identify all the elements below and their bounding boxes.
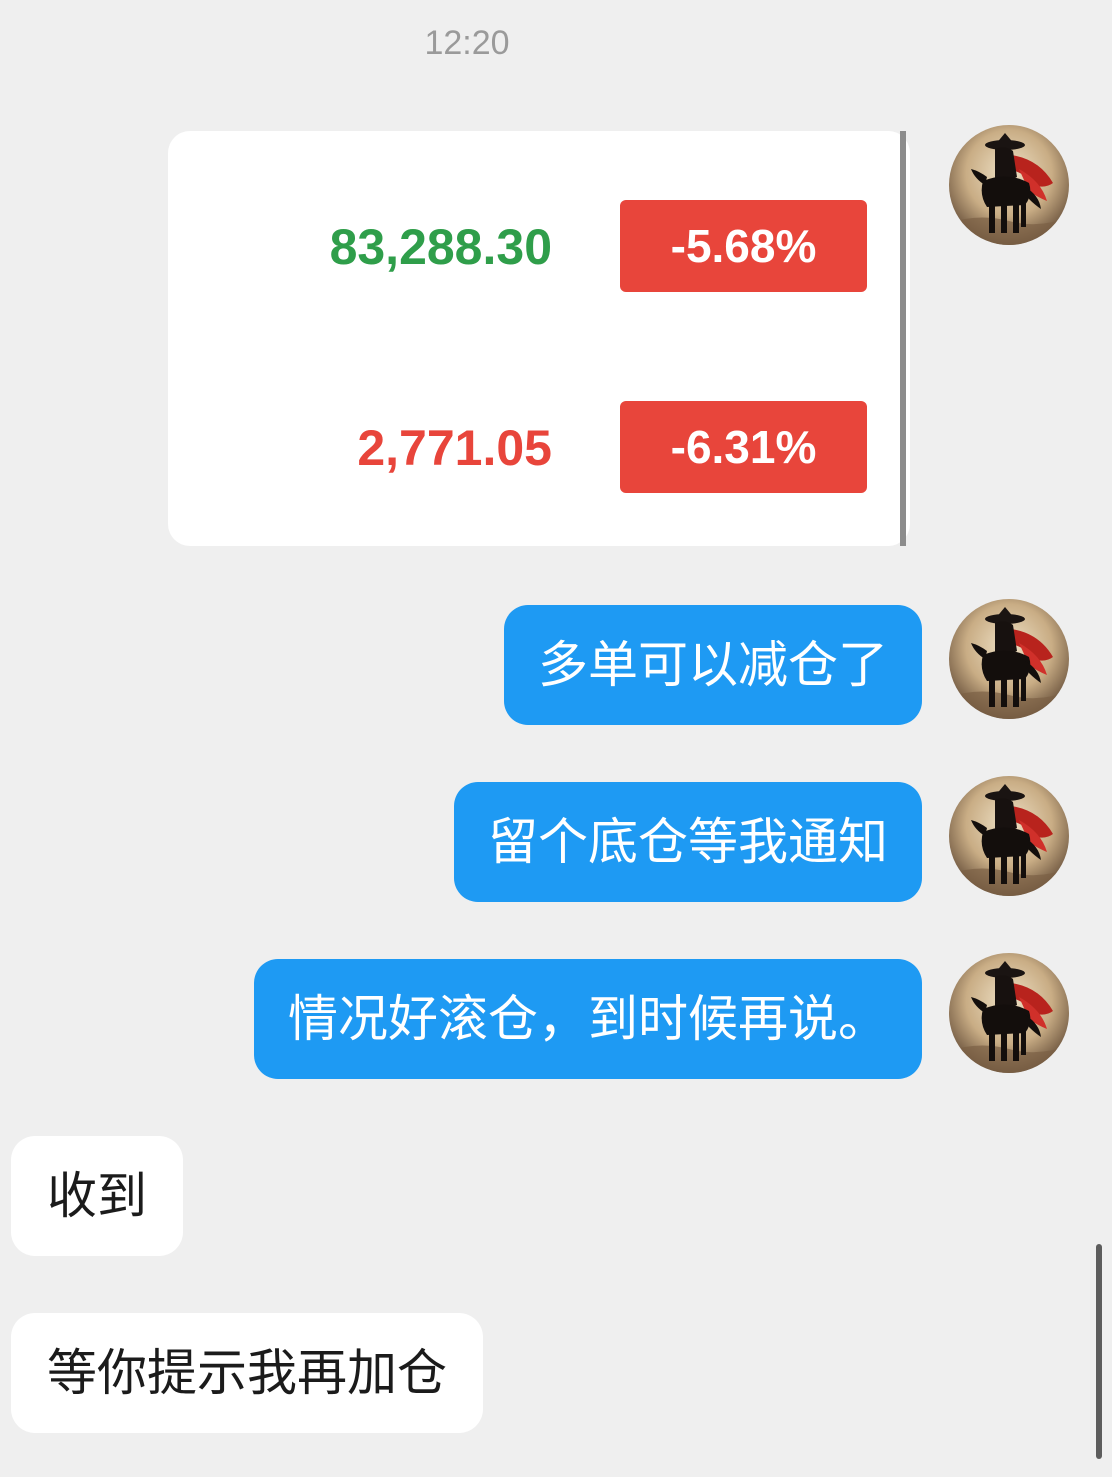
price-quote-card[interactable]: 83,288.30 -5.68% 2,771.05 -6.31% <box>168 131 910 546</box>
incoming-message-bubble[interactable]: 等你提示我再加仓 <box>11 1313 483 1433</box>
horseman-avatar-icon[interactable] <box>949 599 1069 719</box>
horseman-avatar-icon[interactable] <box>949 776 1069 896</box>
quote-change-badge: -5.68% <box>620 200 867 292</box>
quote-change-badge: -6.31% <box>620 401 867 493</box>
outgoing-message-bubble[interactable]: 情况好滚仓，到时候再说。 <box>254 959 922 1079</box>
incoming-message-bubble[interactable]: 收到 <box>11 1136 183 1256</box>
card-edge-divider <box>900 131 906 546</box>
scrollbar[interactable] <box>1096 1244 1102 1459</box>
outgoing-message-bubble[interactable]: 留个底仓等我通知 <box>454 782 922 902</box>
horseman-avatar-icon[interactable] <box>949 953 1069 1073</box>
quote-price-value: 83,288.30 <box>329 219 552 275</box>
message-timestamp: 12:20 <box>424 24 510 62</box>
outgoing-message-bubble[interactable]: 多单可以减仓了 <box>504 605 922 725</box>
quote-price-value: 2,771.05 <box>357 420 552 476</box>
horseman-avatar-icon[interactable] <box>949 125 1069 245</box>
